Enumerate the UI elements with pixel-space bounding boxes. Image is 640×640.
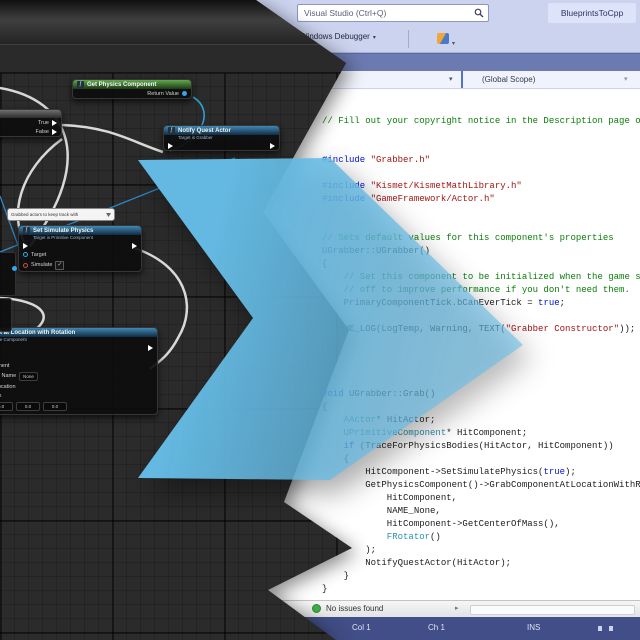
- rotation-value-fields[interactable]: 0.0 0.0 0.0: [0, 400, 157, 414]
- exec-in-pin-icon[interactable]: [168, 142, 173, 149]
- node-header: f Grab Component at Location with Rotati…: [0, 328, 157, 337]
- pin-false[interactable]: False: [0, 127, 61, 136]
- node-header: f Set Simulate Physics: [19, 226, 141, 235]
- node-notify-quest-actor[interactable]: f Notify Quest Actor Target is Grabber: [163, 125, 280, 151]
- chevron-down-icon: ▾: [372, 35, 376, 41]
- pin-true[interactable]: True: [0, 118, 61, 127]
- function-icon: f: [77, 81, 84, 88]
- exec-wire: [61, 123, 164, 154]
- object-pin-icon: [12, 266, 17, 271]
- thumbnail-composite: Visual Studio (Ctrl+Q) BlueprintsToCpp W…: [0, 0, 640, 640]
- chevron-right-icon[interactable]: ▸: [455, 604, 459, 612]
- pin-return-value[interactable]: Return Value: [73, 89, 191, 98]
- pin-target[interactable]: Target: [19, 250, 141, 259]
- exec-out-pin-icon: [52, 128, 57, 135]
- node-grab-component-at-location-with-rotation[interactable]: f Grab Component at Location with Rotati…: [0, 327, 158, 415]
- bool-pin-icon: [23, 262, 28, 268]
- node-get-physics-component[interactable]: f Get Physics Component Return Value: [72, 79, 192, 99]
- pin-in-bone-name[interactable]: In Bone Name None: [0, 370, 157, 382]
- chevron-down-icon: [106, 212, 111, 217]
- object-pin-icon: [23, 252, 28, 257]
- checkbox-checked-icon[interactable]: ✓: [55, 260, 65, 270]
- bone-name-field[interactable]: None: [19, 371, 38, 381]
- scope-dropdown[interactable]: (Global Scope): [482, 75, 535, 84]
- attach-debugger-icon[interactable]: [437, 33, 449, 44]
- code-lines: // Fill out your copyright notice in the…: [322, 116, 640, 620]
- pin-target[interactable]: Target: [0, 352, 157, 361]
- node-header: f Get Physics Component: [73, 80, 191, 89]
- exec-in-pin-icon[interactable]: [23, 242, 28, 249]
- exec-pins-row: [164, 141, 279, 150]
- quick-launch-placeholder: Visual Studio (Ctrl+Q): [304, 8, 387, 18]
- code-editor[interactable]: // Fill out your copyright notice in the…: [322, 89, 640, 640]
- status-column: Col 1: [352, 623, 371, 632]
- exec-out-pin-icon: [52, 119, 57, 126]
- window-title: BlueprintsToCpp: [548, 3, 636, 23]
- node-comment-field[interactable]: Grabbed actors to keep track with: [7, 208, 115, 221]
- clipped-node-fragment: [0, 252, 17, 296]
- node-branch[interactable]: Branch True False: [0, 109, 62, 137]
- node-header: Branch: [0, 110, 61, 118]
- node-header: f Notify Quest Actor: [164, 126, 279, 135]
- function-icon: f: [23, 227, 30, 234]
- exec-pins-row: [19, 241, 141, 250]
- toolbar-separator: [408, 30, 409, 48]
- chevron-down-icon[interactable]: ▾: [624, 75, 628, 83]
- clipped-node-fragment: [0, 298, 12, 332]
- status-character: Ch 1: [428, 623, 445, 632]
- chevron-down-icon[interactable]: ▾: [452, 40, 455, 47]
- issues-status-text: No issues found: [326, 604, 384, 613]
- exec-out-pin-icon[interactable]: [148, 344, 153, 351]
- exec-out-pin-icon[interactable]: [270, 142, 275, 149]
- exec-out-pin-icon[interactable]: [132, 242, 137, 249]
- node-set-simulate-physics[interactable]: f Set Simulate Physics Target is Primiti…: [18, 225, 142, 272]
- no-issues-icon: [312, 604, 321, 613]
- quick-launch-search-input[interactable]: Visual Studio (Ctrl+Q): [297, 4, 489, 22]
- object-pin-icon: [182, 91, 187, 96]
- statusbar-icons[interactable]: [598, 626, 613, 631]
- navbar-separator: [461, 71, 463, 88]
- status-insert-mode: INS: [527, 623, 541, 632]
- pin-grab-location[interactable]: Grab Location: [0, 382, 157, 391]
- chevron-down-icon[interactable]: ▾: [449, 75, 453, 83]
- search-icon: [474, 8, 484, 18]
- pin-simulate[interactable]: Simulate ✓: [19, 259, 141, 271]
- pin-rotation[interactable]: Rotation: [0, 391, 157, 400]
- exec-pins-row: [0, 343, 157, 352]
- function-icon: f: [168, 127, 175, 134]
- scroll-track[interactable]: [470, 605, 635, 615]
- pin-component[interactable]: Component: [0, 361, 157, 370]
